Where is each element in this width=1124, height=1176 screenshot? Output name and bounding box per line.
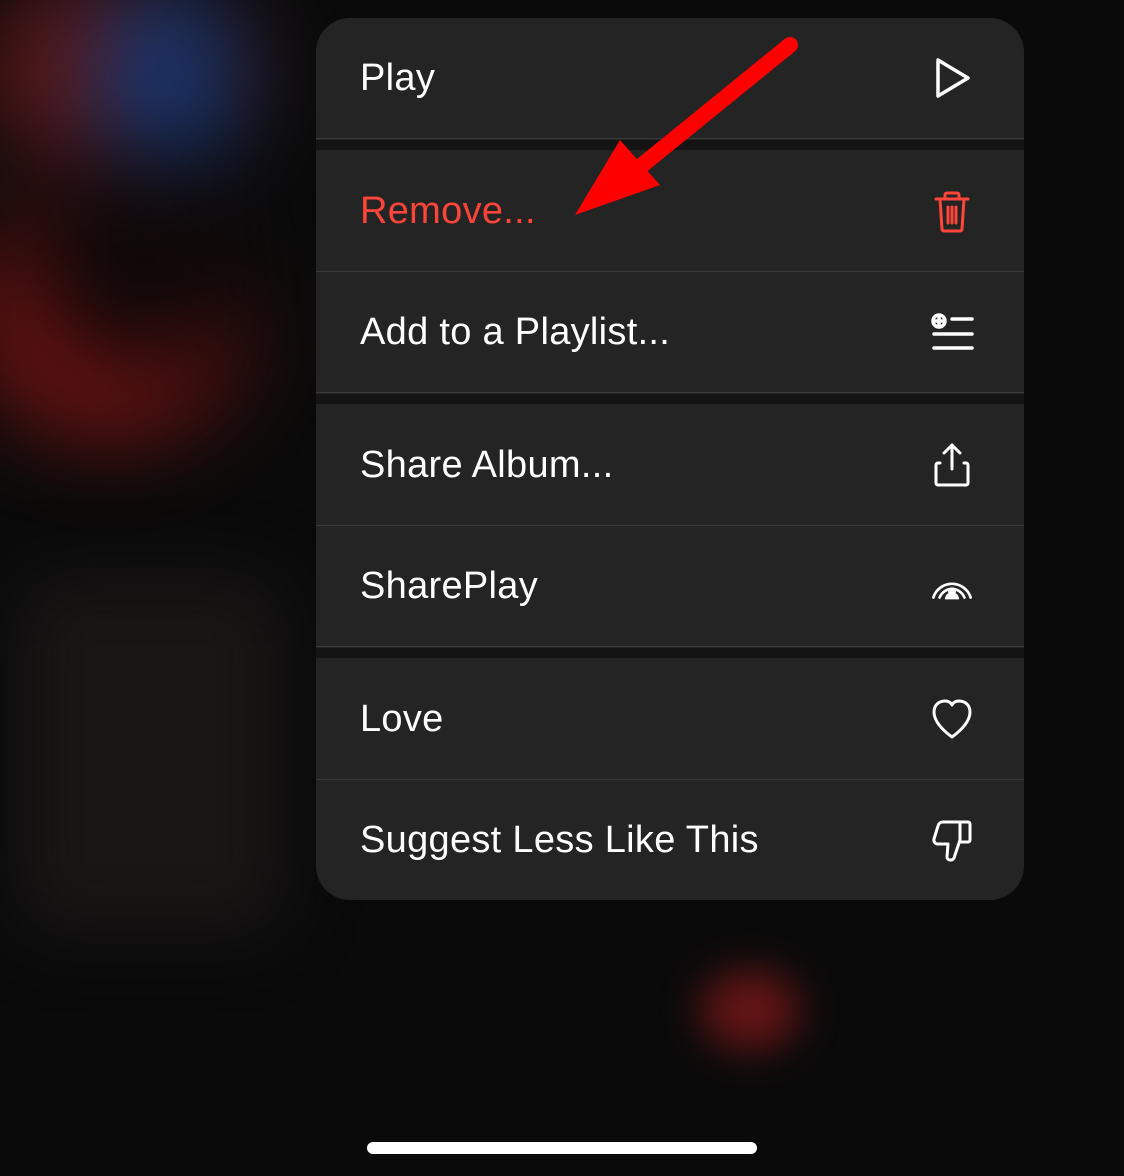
heart-icon bbox=[928, 695, 976, 743]
menu-item-love[interactable]: Love bbox=[316, 659, 1024, 780]
menu-item-suggest-less[interactable]: Suggest Less Like This bbox=[316, 780, 1024, 900]
menu-item-share-album[interactable]: Share Album... bbox=[316, 405, 1024, 526]
menu-item-label: Suggest Less Like This bbox=[360, 819, 759, 862]
context-menu: Play Remove... Add to a Playlist... bbox=[316, 18, 1024, 900]
menu-item-label: SharePlay bbox=[360, 565, 538, 608]
play-icon bbox=[928, 54, 976, 102]
home-indicator[interactable] bbox=[367, 1142, 757, 1154]
menu-item-label: Remove... bbox=[360, 190, 536, 233]
menu-item-shareplay[interactable]: SharePlay bbox=[316, 526, 1024, 647]
menu-separator bbox=[316, 393, 1024, 405]
blurred-bg-elem bbox=[20, 580, 280, 930]
trash-icon bbox=[928, 187, 976, 235]
menu-separator bbox=[316, 647, 1024, 659]
menu-item-play[interactable]: Play bbox=[316, 18, 1024, 139]
menu-item-label: Play bbox=[360, 57, 435, 100]
menu-item-add-playlist[interactable]: Add to a Playlist... bbox=[316, 272, 1024, 393]
shareplay-icon bbox=[928, 562, 976, 610]
menu-item-label: Add to a Playlist... bbox=[360, 311, 670, 354]
blurred-bg-elem bbox=[700, 970, 800, 1050]
add-playlist-icon bbox=[928, 308, 976, 356]
thumbs-down-icon bbox=[928, 816, 976, 864]
menu-item-label: Love bbox=[360, 698, 444, 741]
menu-item-label: Share Album... bbox=[360, 444, 613, 487]
share-icon bbox=[928, 441, 976, 489]
menu-item-remove[interactable]: Remove... bbox=[316, 151, 1024, 272]
menu-separator bbox=[316, 139, 1024, 151]
